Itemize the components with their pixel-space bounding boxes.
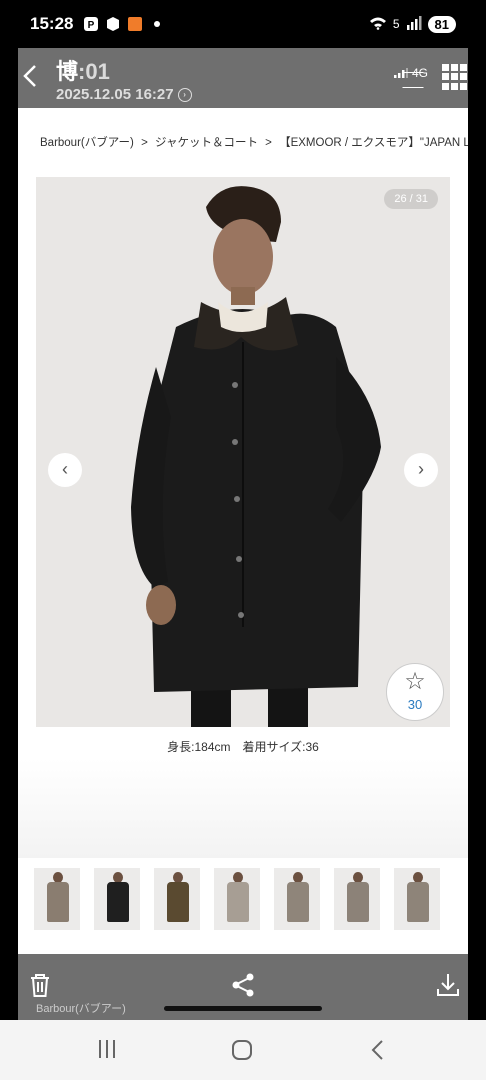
screenshot-content: Barbour(バブアー) > ジャケット＆コート > 【EXMOOR / エク…	[18, 108, 468, 954]
favorite-button[interactable]: ☆ 30	[386, 663, 444, 721]
status-indicators: 5 81	[369, 15, 456, 33]
scan-icon[interactable]	[402, 72, 424, 88]
status-time: 15:28	[30, 14, 74, 33]
thumbnail-item[interactable]	[214, 868, 260, 930]
store-app-icon	[127, 16, 143, 32]
info-icon[interactable]: ›	[177, 87, 192, 102]
sender-suffix: :01	[78, 59, 110, 84]
signal-icon	[406, 15, 422, 33]
breadcrumb-separator: >	[265, 137, 272, 149]
favorite-count: 30	[407, 697, 423, 712]
notification-app-icon	[105, 16, 121, 32]
battery-indicator: 81	[427, 15, 456, 33]
thumbnail-coat	[167, 882, 189, 922]
system-back-icon[interactable]	[366, 1038, 390, 1062]
notification-dot-icon	[149, 16, 165, 32]
thumbnail-coat	[47, 882, 69, 922]
model-size-caption: 身長:184cm 着用サイズ:36	[167, 740, 319, 754]
thumbnail-item[interactable]	[154, 868, 200, 930]
viewer-header: 博:01 2025.12.05 16:27 › 4G	[18, 48, 468, 108]
star-icon: ☆	[404, 668, 426, 695]
home-indicator	[164, 1006, 322, 1011]
thumbnail-item[interactable]	[274, 868, 320, 930]
image-counter: 26 / 31	[384, 189, 438, 209]
chevron-left-icon[interactable]: ‹	[48, 453, 82, 487]
toolbar-brand-label: Barbour(バブアー)	[36, 1003, 126, 1015]
breadcrumb-brand[interactable]: Barbour(バブアー)	[40, 137, 134, 149]
share-icon[interactable]	[229, 972, 257, 1000]
product-photo[interactable]: 26 / 31 ‹ › ☆ 30	[36, 177, 450, 727]
breadcrumb-category[interactable]: ジャケット＆コート	[155, 137, 258, 149]
download-icon[interactable]	[434, 972, 462, 1000]
photo-datetime[interactable]: 2025.12.05 16:27 ›	[56, 86, 192, 103]
thumbnail-strip	[34, 868, 468, 930]
thumbnail-item[interactable]	[394, 868, 440, 930]
thumbnail-coat	[347, 882, 369, 922]
gradient-spacer	[18, 758, 468, 858]
thumbnail-coat	[107, 882, 129, 922]
thumbnail-item[interactable]	[334, 868, 380, 930]
home-icon[interactable]	[230, 1038, 254, 1062]
thumbnail-item[interactable]	[34, 868, 80, 930]
breadcrumb: Barbour(バブアー) > ジャケット＆コート > 【EXMOOR / エク…	[40, 134, 468, 150]
pay-app-icon: P	[83, 16, 99, 32]
thumbnail-coat	[287, 882, 309, 922]
thumbnail-coat	[407, 882, 429, 922]
thumbnail-coat	[227, 882, 249, 922]
back-arrow-icon[interactable]	[20, 62, 42, 90]
sender-char: 博	[56, 59, 79, 84]
chevron-right-icon[interactable]: ›	[404, 453, 438, 487]
datetime-text: 2025.12.05 16:27	[56, 86, 174, 103]
thumbnail-item[interactable]	[94, 868, 140, 930]
status-bar: 15:28 P 5 81	[0, 0, 486, 48]
recent-apps-icon[interactable]	[95, 1038, 119, 1062]
breadcrumb-product[interactable]: 【EXMOOR / エクスモア】"JAPAN LIMI	[279, 137, 468, 149]
model-in-coat-image	[36, 177, 450, 727]
trash-icon[interactable]	[26, 972, 54, 1000]
screen: 15:28 P 5 81 博:01 2025.12.05 16:27 › 4G …	[0, 0, 486, 1080]
system-nav-bar	[0, 1020, 486, 1080]
breadcrumb-separator: >	[141, 137, 148, 149]
wifi-icon	[369, 16, 387, 33]
svg-text:P: P	[88, 20, 95, 31]
grid-icon[interactable]	[442, 64, 468, 90]
network-type: 5	[392, 17, 400, 31]
sender-name: 博:01	[56, 54, 110, 86]
viewer-toolbar: Barbour(バブアー)	[18, 954, 468, 1020]
